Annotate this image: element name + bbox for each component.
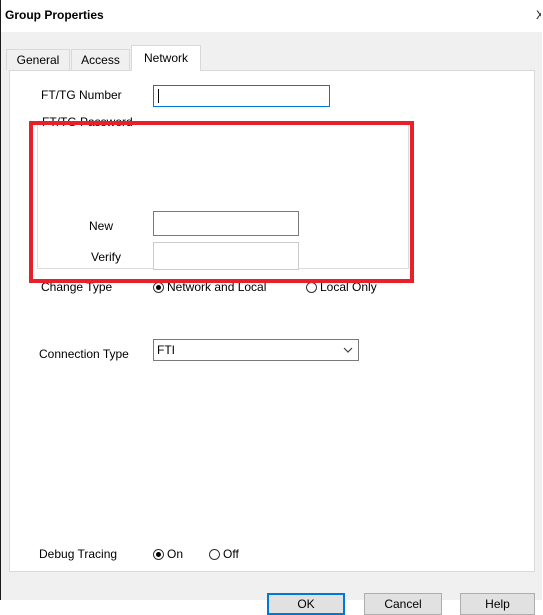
verify-password-input[interactable] xyxy=(153,242,299,270)
radio-network-and-local[interactable]: Network and Local xyxy=(153,280,266,294)
debug-tracing-label: Debug Tracing xyxy=(39,547,118,561)
radio-debug-off[interactable]: Off xyxy=(209,547,239,561)
dialog-client-area: General Access Network FT/TG Number FT/T… xyxy=(1,32,542,615)
change-type-label: Change Type xyxy=(41,280,113,294)
password-groupbox: FT/TG Password New Verify xyxy=(37,115,409,270)
radio-debug-on[interactable]: On xyxy=(153,547,183,561)
radio-unchecked-icon xyxy=(306,281,317,293)
tab-access[interactable]: Access xyxy=(71,49,130,70)
ftg-number-label: FT/TG Number xyxy=(41,88,122,102)
connection-type-value: FTI xyxy=(157,343,175,357)
radio-unchecked-icon xyxy=(209,548,220,560)
radio-debug-off-label: Off xyxy=(223,547,239,561)
radio-checked-icon xyxy=(153,548,164,560)
radio-network-and-local-label: Network and Local xyxy=(167,280,267,294)
radio-debug-on-label: On xyxy=(167,547,184,561)
ok-button[interactable]: OK xyxy=(267,593,345,615)
tab-network[interactable]: Network xyxy=(131,45,201,71)
tab-general[interactable]: General xyxy=(6,49,70,70)
new-password-input[interactable] xyxy=(153,211,299,236)
radio-checked-icon xyxy=(153,281,164,293)
radio-local-only-label: Local Only xyxy=(320,280,377,294)
window-title: Group Properties xyxy=(5,8,104,22)
cancel-button[interactable]: Cancel xyxy=(364,593,442,615)
network-tab-page: FT/TG Number FT/TG Password New Verify C… xyxy=(9,70,535,572)
password-group-legend: FT/TG Password xyxy=(40,115,135,129)
help-button[interactable]: Help xyxy=(460,593,535,615)
connection-type-select[interactable]: FTI xyxy=(153,339,359,361)
connection-type-label: Connection Type xyxy=(39,347,129,361)
radio-local-only[interactable]: Local Only xyxy=(306,280,377,294)
new-password-label: New xyxy=(89,219,114,233)
ftg-number-input[interactable] xyxy=(153,85,330,107)
text-caret xyxy=(158,89,159,103)
chevron-down-icon xyxy=(343,347,353,353)
verify-password-label: Verify xyxy=(91,250,122,264)
title-bar: Group Properties X xyxy=(1,0,543,32)
